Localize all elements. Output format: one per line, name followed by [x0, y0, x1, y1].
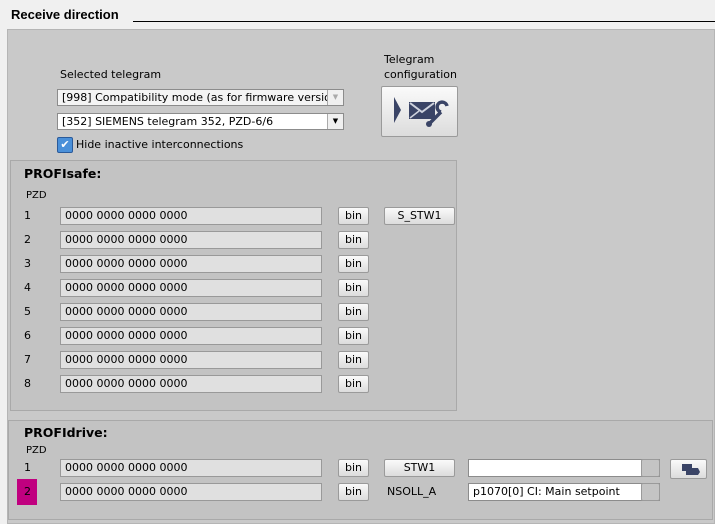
pzd-value-field: 0000 0000 0000 0000: [60, 351, 322, 369]
hide-inactive-checkbox[interactable]: ✔: [57, 137, 73, 153]
pzd-value-field: 0000 0000 0000 0000: [60, 459, 322, 477]
interconnection-select-button[interactable]: [641, 483, 660, 501]
telegram-configuration-button[interactable]: [381, 86, 458, 137]
connect-button[interactable]: [670, 459, 707, 479]
interconnection-input[interactable]: [468, 459, 660, 477]
pzd-number: 6: [24, 329, 31, 342]
bin-button[interactable]: bin: [338, 351, 369, 369]
bin-button[interactable]: bin: [338, 483, 369, 501]
interconnection-select-button[interactable]: [641, 459, 660, 477]
chevron-down-icon: ▼: [327, 90, 343, 105]
pzd-value-field: 0000 0000 0000 0000: [60, 483, 322, 501]
bin-button[interactable]: bin: [338, 375, 369, 393]
bin-button[interactable]: bin: [338, 231, 369, 249]
stw1-button[interactable]: STW1: [384, 459, 455, 477]
pzd-number: 7: [24, 353, 31, 366]
title-divider: [133, 21, 715, 22]
pzd-number: 3: [24, 257, 31, 270]
telegram-config-label-line2: configuration: [384, 68, 457, 81]
signal-label-nsoll-a: NSOLL_A: [387, 485, 437, 498]
profisafe-pzd-label: PZD: [26, 190, 47, 201]
pzd-value-field: 0000 0000 0000 0000: [60, 303, 322, 321]
profidrive-pzd-label: PZD: [26, 445, 47, 456]
pzd-number: 5: [24, 305, 31, 318]
bin-button[interactable]: bin: [338, 303, 369, 321]
compatibility-mode-combo[interactable]: [998] Compatibility mode (as for firmwar…: [57, 89, 344, 106]
telegram-config-label: Telegram configuration: [384, 52, 457, 82]
pzd-value-field: 0000 0000 0000 0000: [60, 375, 322, 393]
pzd-value-field: 0000 0000 0000 0000: [60, 231, 322, 249]
selected-telegram-label: Selected telegram: [60, 68, 162, 81]
pzd-number: 2: [24, 485, 31, 498]
profisafe-title: PROFIsafe:: [24, 166, 102, 181]
pzd-number: 1: [24, 461, 31, 474]
compat-combo-value: [998] Compatibility mode (as for firmwar…: [62, 91, 338, 104]
bin-button[interactable]: bin: [338, 255, 369, 273]
telegram-config-label-line1: Telegram: [384, 53, 435, 66]
section-title: Receive direction: [11, 7, 119, 22]
pzd-number: 1: [24, 209, 31, 222]
bin-button[interactable]: bin: [338, 459, 369, 477]
pzd-value-field: 0000 0000 0000 0000: [60, 327, 322, 345]
pzd-value-field: 0000 0000 0000 0000: [60, 279, 322, 297]
interconnection-input[interactable]: p1070[0] CI: Main setpoint: [468, 483, 660, 501]
bin-button[interactable]: bin: [338, 327, 369, 345]
telegram-config-icon: [393, 97, 449, 127]
bin-button[interactable]: bin: [338, 207, 369, 225]
bin-button[interactable]: bin: [338, 279, 369, 297]
pzd-number: 4: [24, 281, 31, 294]
telegram-combo[interactable]: [352] SIEMENS telegram 352, PZD-6/6 ▼: [57, 113, 344, 130]
hide-inactive-label: Hide inactive interconnections: [76, 138, 244, 151]
telegram-combo-value: [352] SIEMENS telegram 352, PZD-6/6: [62, 115, 274, 128]
pzd-value-field: 0000 0000 0000 0000: [60, 207, 322, 225]
pzd-value-field: 0000 0000 0000 0000: [60, 255, 322, 273]
pzd-number: 2: [24, 233, 31, 246]
pzd-number: 8: [24, 377, 31, 390]
profidrive-title: PROFIdrive:: [24, 425, 108, 440]
s-stw1-button[interactable]: S_STW1: [384, 207, 455, 225]
chevron-down-icon: ▼: [327, 114, 343, 129]
connector-icon: [681, 464, 700, 475]
